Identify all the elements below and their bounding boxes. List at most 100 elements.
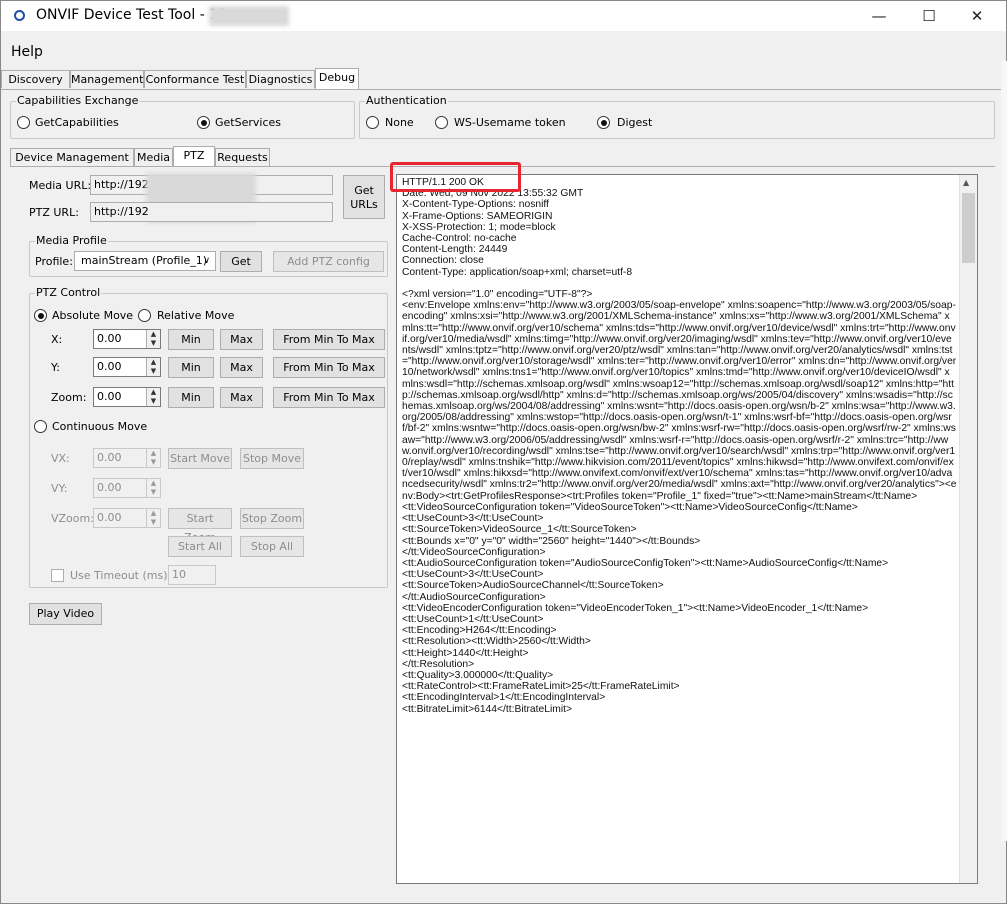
media-profile-group: Media Profile Profile: mainStream (Profi… bbox=[29, 234, 388, 277]
main-tab-strip: Discovery Management Conformance Test Di… bbox=[1, 68, 1001, 90]
x-spin-arrows[interactable]: ▲ ▼ bbox=[146, 330, 160, 348]
maximize-button[interactable]: ☐ bbox=[906, 1, 952, 31]
zoom-label: Zoom: bbox=[51, 391, 87, 404]
vx-stepper[interactable]: 0.00 ▲ ▼ bbox=[93, 448, 161, 468]
use-timeout-checkbox[interactable] bbox=[51, 569, 64, 582]
ptz-control-group-title: PTZ Control bbox=[35, 286, 102, 299]
auth-ws-username-label[interactable]: WS-Usemame token bbox=[454, 116, 566, 129]
relative-move-radio[interactable] bbox=[138, 309, 151, 322]
stop-move-button[interactable]: Stop Move bbox=[240, 448, 304, 469]
vzoom-stepper[interactable]: 0.00 ▲ ▼ bbox=[93, 508, 161, 528]
scroll-thumb[interactable] bbox=[962, 193, 975, 263]
x-from-min-to-max-button[interactable]: From Min To Max bbox=[273, 329, 385, 350]
capabilities-group: Capabilities Exchange GetCapabilities Ge… bbox=[10, 94, 355, 139]
window-title: ONVIF Device Test Tool - 19 bbox=[36, 7, 228, 23]
y-stepper[interactable]: 0.00 ▲ ▼ bbox=[93, 357, 161, 377]
chevron-down-icon: ∨ bbox=[203, 256, 210, 266]
media-profile-group-title: Media Profile bbox=[35, 234, 108, 247]
menu-help[interactable]: Help bbox=[11, 44, 43, 60]
vzoom-label: VZoom: bbox=[51, 512, 94, 525]
auth-digest-label[interactable]: Digest bbox=[617, 116, 652, 129]
stop-zoom-button[interactable]: Stop Zoom bbox=[240, 508, 304, 529]
x-stepper[interactable]: 0.00 ▲ ▼ bbox=[93, 329, 161, 349]
stop-all-button[interactable]: Stop All bbox=[240, 536, 304, 557]
profile-dropdown[interactable]: mainStream (Profile_1) ∨ bbox=[74, 251, 216, 271]
vy-label: VY: bbox=[51, 482, 68, 495]
vy-spin-arrows[interactable]: ▲ ▼ bbox=[146, 479, 160, 497]
redacted-ip-blur bbox=[209, 6, 289, 26]
y-max-button[interactable]: Max bbox=[220, 357, 263, 378]
auth-digest-radio[interactable] bbox=[597, 116, 610, 129]
use-timeout-label[interactable]: Use Timeout (ms) bbox=[70, 569, 168, 582]
start-zoom-button[interactable]: Start Zoom bbox=[168, 508, 232, 544]
zoom-value: 0.00 bbox=[97, 390, 122, 403]
vx-label: VX: bbox=[51, 452, 70, 465]
add-ptz-config-button[interactable]: Add PTZ config bbox=[273, 251, 384, 272]
x-min-button[interactable]: Min bbox=[168, 329, 214, 350]
capabilities-group-title: Capabilities Exchange bbox=[16, 94, 140, 107]
continuous-move-radio[interactable] bbox=[34, 420, 47, 433]
tab-device-management[interactable]: Device Management bbox=[10, 148, 134, 166]
response-scrollbar[interactable]: ▲ bbox=[959, 175, 977, 883]
absolute-move-label[interactable]: Absolute Move bbox=[52, 309, 133, 322]
minimize-button[interactable]: — bbox=[856, 1, 902, 31]
zoom-spin-arrows[interactable]: ▲ ▼ bbox=[146, 388, 160, 406]
get-capabilities-radio[interactable] bbox=[17, 116, 30, 129]
x-max-button[interactable]: Max bbox=[220, 329, 263, 350]
get-capabilities-label[interactable]: GetCapabilities bbox=[35, 116, 119, 129]
get-profile-button[interactable]: Get bbox=[220, 251, 262, 272]
auth-none-label[interactable]: None bbox=[385, 116, 414, 129]
y-spin-arrows[interactable]: ▲ ▼ bbox=[146, 358, 160, 376]
close-button[interactable]: ✕ bbox=[954, 1, 1000, 31]
authentication-group: Authentication None WS-Usemame token Dig… bbox=[359, 94, 995, 139]
tab-ptz[interactable]: PTZ bbox=[173, 146, 215, 167]
tab-diagnostics[interactable]: Diagnostics bbox=[246, 70, 315, 88]
zoom-from-min-to-max-button[interactable]: From Min To Max bbox=[273, 387, 385, 408]
y-from-min-to-max-button[interactable]: From Min To Max bbox=[273, 357, 385, 378]
auth-ws-username-radio[interactable] bbox=[435, 116, 448, 129]
get-urls-line1: Get bbox=[354, 184, 374, 197]
highlight-box bbox=[390, 162, 521, 192]
get-urls-line2: URLs bbox=[350, 198, 378, 211]
tab-requests[interactable]: Requests bbox=[215, 148, 270, 166]
ptz-url-label: PTZ URL: bbox=[29, 206, 79, 219]
tab-media[interactable]: Media bbox=[134, 148, 173, 166]
vx-spin-arrows[interactable]: ▲ ▼ bbox=[146, 449, 160, 467]
get-services-label[interactable]: GetServices bbox=[215, 116, 281, 129]
continuous-move-label[interactable]: Continuous Move bbox=[52, 420, 147, 433]
y-value: 0.00 bbox=[97, 360, 122, 373]
scroll-up-icon[interactable]: ▲ bbox=[963, 178, 969, 187]
authentication-group-title: Authentication bbox=[365, 94, 448, 107]
timeout-field[interactable]: 10 bbox=[168, 565, 216, 585]
tab-discovery[interactable]: Discovery bbox=[1, 70, 70, 88]
auth-none-radio[interactable] bbox=[366, 116, 379, 129]
tab-conformance-test[interactable]: Conformance Test bbox=[144, 70, 246, 88]
zoom-min-button[interactable]: Min bbox=[168, 387, 214, 408]
get-services-radio[interactable] bbox=[197, 116, 210, 129]
y-label: Y: bbox=[51, 361, 60, 374]
vy-stepper[interactable]: 0.00 ▲ ▼ bbox=[93, 478, 161, 498]
y-min-button[interactable]: Min bbox=[168, 357, 214, 378]
ptz-url-field[interactable]: http://192 bbox=[90, 202, 333, 222]
title-bar: ONVIF Device Test Tool - 19 — ☐ ✕ bbox=[1, 1, 1006, 31]
profile-label: Profile: bbox=[35, 255, 73, 268]
vzoom-value: 0.00 bbox=[97, 511, 122, 524]
response-text-area[interactable]: HTTP/1.1 200 OK Date: Wed, 09 Nov 2022 1… bbox=[396, 174, 978, 884]
app-window: ONVIF Device Test Tool - 19 — ☐ ✕ Help D… bbox=[0, 0, 1007, 904]
zoom-stepper[interactable]: 0.00 ▲ ▼ bbox=[93, 387, 161, 407]
start-move-button[interactable]: Start Move bbox=[168, 448, 232, 469]
play-video-button[interactable]: Play Video bbox=[29, 603, 102, 625]
tab-divider bbox=[1, 89, 1001, 90]
background-window-edge bbox=[1001, 61, 1007, 841]
absolute-move-radio[interactable] bbox=[34, 309, 47, 322]
zoom-max-button[interactable]: Max bbox=[220, 387, 263, 408]
vzoom-spin-arrows[interactable]: ▲ ▼ bbox=[146, 509, 160, 527]
profile-dropdown-value: mainStream (Profile_1) bbox=[81, 254, 208, 267]
start-all-button[interactable]: Start All bbox=[168, 536, 232, 557]
tab-management[interactable]: Management bbox=[70, 70, 144, 88]
tab-debug[interactable]: Debug bbox=[315, 68, 359, 89]
get-urls-button[interactable]: Get URLs bbox=[343, 175, 385, 219]
relative-move-label[interactable]: Relative Move bbox=[157, 309, 234, 322]
x-value: 0.00 bbox=[97, 332, 122, 345]
vy-value: 0.00 bbox=[97, 481, 122, 494]
